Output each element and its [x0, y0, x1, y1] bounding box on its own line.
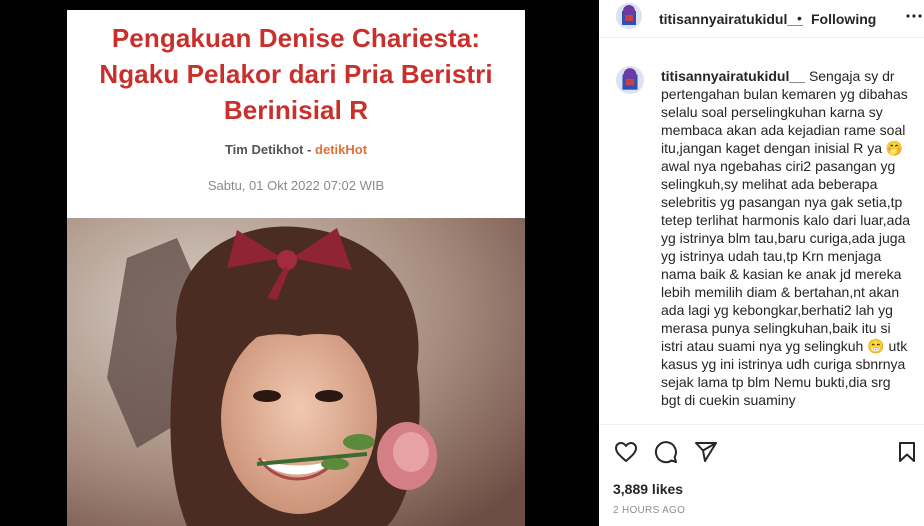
avatar-image	[616, 66, 644, 94]
following-button[interactable]: Following	[811, 11, 876, 27]
byline-separator: -	[303, 142, 316, 157]
caption-area[interactable]: titisannyairatukidul__ Sengaja sy dr pert…	[599, 52, 924, 414]
bookmark-icon[interactable]	[895, 440, 919, 464]
post-media[interactable]: Pengakuan Denise Chariesta: Ngaku Pelako…	[0, 0, 599, 526]
article-byline: Tim Detikhot - detikHot	[67, 142, 525, 157]
headline-line-2: Ngaku Pelakor dari Pria Beristri	[99, 59, 493, 89]
heart-icon[interactable]	[614, 440, 638, 464]
likes-count[interactable]: 3,889 likes	[613, 481, 683, 497]
article-source: detikHot	[315, 142, 368, 157]
more-options-icon[interactable]	[905, 8, 923, 24]
article-photo	[67, 218, 525, 526]
caption-text: Sengaja sy dr pertengahan bulan kemaren …	[661, 68, 911, 408]
article-screenshot: Pengakuan Denise Chariesta: Ngaku Pelako…	[67, 10, 525, 526]
caption-avatar[interactable]	[616, 66, 644, 94]
article-author: Tim Detikhot	[224, 142, 304, 157]
post-caption: titisannyairatukidul__ Sengaja sy dr pert…	[661, 67, 913, 409]
post-header: titisannyairatukidul__ • Following	[599, 0, 924, 38]
post-timestamp[interactable]: 2 HOURS AGO	[613, 505, 685, 516]
post-details-panel: titisannyairatukidul__ • Following titis…	[599, 0, 924, 526]
avatar-image	[616, 3, 642, 29]
headline-line-3: Berinisial R	[223, 95, 369, 125]
header-separator: •	[797, 10, 802, 26]
caption-username[interactable]: titisannyairatukidul__	[661, 68, 805, 84]
headline-line-1: Pengakuan Denise Chariesta:	[111, 23, 481, 53]
comment-icon[interactable]	[654, 440, 678, 464]
portrait-photo	[67, 218, 525, 526]
avatar[interactable]	[616, 3, 642, 29]
article-date: Sabtu, 01 Okt 2022 07:02 WIB	[207, 178, 385, 193]
article-headline: Pengakuan Denise Chariesta: Ngaku Pelako…	[67, 20, 525, 128]
header-username[interactable]: titisannyairatukidul__	[659, 11, 803, 27]
post-actions	[599, 424, 924, 464]
share-icon[interactable]	[694, 440, 718, 464]
